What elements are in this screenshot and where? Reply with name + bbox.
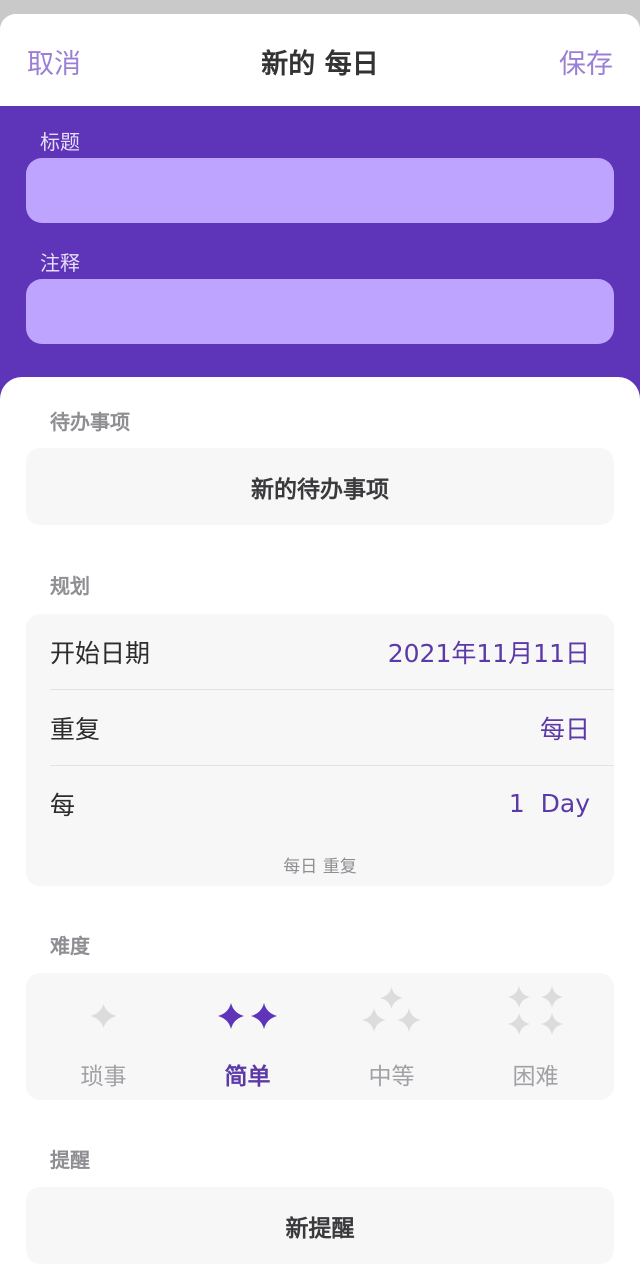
- reminders-section-label: 提醒: [50, 1148, 90, 1172]
- checklist-section-label: 待办事项: [50, 410, 130, 434]
- start-date-value: 2021年11月11日: [387, 638, 590, 668]
- difficulty-hard-option[interactable]: 困难: [462, 973, 609, 1100]
- sparkle-4-icon: [508, 986, 563, 1035]
- schedule-section-label: 规划: [50, 574, 90, 598]
- new-reminder-button[interactable]: 新提醒: [26, 1187, 614, 1264]
- title-label: 标题: [40, 130, 80, 154]
- difficulty-picker: 琐事 简单 中等 困难: [26, 973, 614, 1100]
- every-label: 每: [50, 790, 76, 820]
- settings-content: 待办事项 新的待办事项 规划 开始日期 2021年11月11日 重复 每日 每 …: [0, 377, 640, 1273]
- notes-input[interactable]: [26, 279, 614, 344]
- schedule-card: 开始日期 2021年11月11日 重复 每日 每 1 Day 每日 重复: [26, 614, 614, 886]
- new-checklist-item-button[interactable]: 新的待办事项: [26, 448, 614, 525]
- edit-daily-sheet: 取消 新的 每日 保存 标题 注释 待办事项 新的待办事项 规划 开始日期 20…: [0, 14, 640, 1273]
- difficulty-easy-label: 简单: [224, 1064, 271, 1090]
- difficulty-trivial-label: 琐事: [80, 1064, 127, 1090]
- save-button[interactable]: 保存: [559, 42, 613, 81]
- sparkle-2-icon: [218, 1003, 277, 1029]
- every-value: 1 Day: [508, 789, 590, 818]
- difficulty-easy-option[interactable]: 简单: [174, 973, 321, 1100]
- start-date-label: 开始日期: [50, 638, 151, 668]
- repeat-summary-text: 每日 重复: [283, 857, 357, 877]
- sparkle-1-icon: [90, 1004, 117, 1028]
- start-date-row[interactable]: 开始日期 2021年11月11日: [26, 614, 614, 689]
- difficulty-medium-option[interactable]: 中等: [318, 973, 465, 1100]
- difficulty-hard-label: 困难: [512, 1064, 559, 1090]
- navigation-bar: 取消 新的 每日 保存: [0, 14, 640, 106]
- new-checklist-item-label: 新的待办事项: [251, 476, 389, 503]
- every-row[interactable]: 每 1 Day: [26, 766, 614, 841]
- difficulty-trivial-option[interactable]: 琐事: [30, 973, 177, 1100]
- new-reminder-label: 新提醒: [285, 1215, 355, 1242]
- repeat-row[interactable]: 重复 每日: [26, 690, 614, 765]
- title-notes-panel: 标题 注释: [0, 106, 640, 406]
- title-input[interactable]: [26, 158, 614, 223]
- difficulty-section-label: 难度: [50, 934, 90, 958]
- sparkle-3-icon: [362, 987, 421, 1032]
- difficulty-medium-label: 中等: [368, 1064, 415, 1090]
- repeat-value: 每日: [539, 714, 590, 744]
- page-title: 新的 每日: [261, 49, 379, 80]
- repeat-label: 重复: [50, 714, 101, 744]
- notes-label: 注释: [40, 251, 80, 275]
